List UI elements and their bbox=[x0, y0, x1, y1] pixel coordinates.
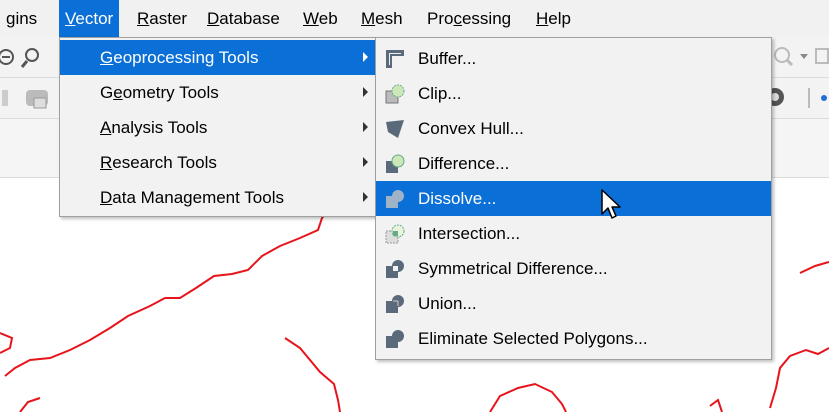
menu-plugins[interactable]: gins bbox=[0, 0, 43, 37]
convex-hull-icon bbox=[386, 120, 404, 138]
symmetrical-difference-icon bbox=[386, 260, 404, 278]
submenu-arrow-icon bbox=[363, 122, 368, 132]
submenu-arrow-icon bbox=[363, 192, 368, 202]
submenu-arrow-icon bbox=[363, 87, 368, 97]
menu-item-dissolve[interactable]: Dissolve... bbox=[376, 181, 771, 216]
buffer-icon bbox=[386, 50, 404, 68]
menu-item-clip[interactable]: Clip... bbox=[376, 76, 771, 111]
menu-item-research-tools[interactable]: Research Tools bbox=[60, 145, 376, 180]
menu-item-union[interactable]: Union... bbox=[376, 286, 771, 321]
intersection-icon bbox=[385, 224, 405, 244]
zoom-dropdown-icon[interactable] bbox=[772, 45, 829, 69]
dissolve-icon bbox=[386, 190, 404, 208]
submenu-arrow-icon bbox=[363, 52, 368, 62]
eliminate-icon bbox=[386, 330, 404, 348]
menu-item-convex-hull[interactable]: Convex Hull... bbox=[376, 111, 771, 146]
menu-item-geoprocessing-tools[interactable]: Geoprocessing Tools bbox=[60, 40, 376, 75]
menu-item-eliminate-selected-polygons[interactable]: Eliminate Selected Polygons... bbox=[376, 321, 771, 356]
menu-database[interactable]: Database bbox=[201, 0, 286, 37]
identify-tools-icon[interactable] bbox=[764, 84, 829, 112]
menu-web[interactable]: Web bbox=[297, 0, 344, 37]
submenu-arrow-icon bbox=[363, 157, 368, 167]
menu-processing[interactable]: Processing bbox=[421, 0, 517, 37]
menu-bar: gins Vector Raster Database Web Mesh Pro… bbox=[0, 0, 829, 37]
difference-icon bbox=[386, 154, 405, 173]
vector-menu: Geoprocessing Tools Geometry Tools Analy… bbox=[59, 37, 377, 217]
union-icon bbox=[386, 295, 404, 313]
geoprocessing-submenu: Buffer... Clip... Convex Hull... Differe… bbox=[375, 37, 772, 360]
zoom-tools-icon[interactable] bbox=[0, 45, 60, 69]
menu-item-analysis-tools[interactable]: Analysis Tools bbox=[60, 110, 376, 145]
menu-item-difference[interactable]: Difference... bbox=[376, 146, 771, 181]
edit-tools-icon[interactable] bbox=[0, 86, 58, 112]
menu-vector[interactable]: Vector bbox=[59, 0, 120, 37]
menu-item-symmetrical-difference[interactable]: Symmetrical Difference... bbox=[376, 251, 771, 286]
menu-mesh[interactable]: Mesh bbox=[355, 0, 409, 37]
menu-item-geometry-tools[interactable]: Geometry Tools bbox=[60, 75, 376, 110]
clip-icon bbox=[385, 84, 405, 104]
menu-help[interactable]: Help bbox=[530, 0, 577, 37]
menu-raster[interactable]: Raster bbox=[131, 0, 193, 37]
menu-item-buffer[interactable]: Buffer... bbox=[376, 41, 771, 76]
menu-item-intersection[interactable]: Intersection... bbox=[376, 216, 771, 251]
mouse-cursor-icon bbox=[601, 189, 621, 219]
menu-item-data-management-tools[interactable]: Data Management Tools bbox=[60, 180, 376, 215]
